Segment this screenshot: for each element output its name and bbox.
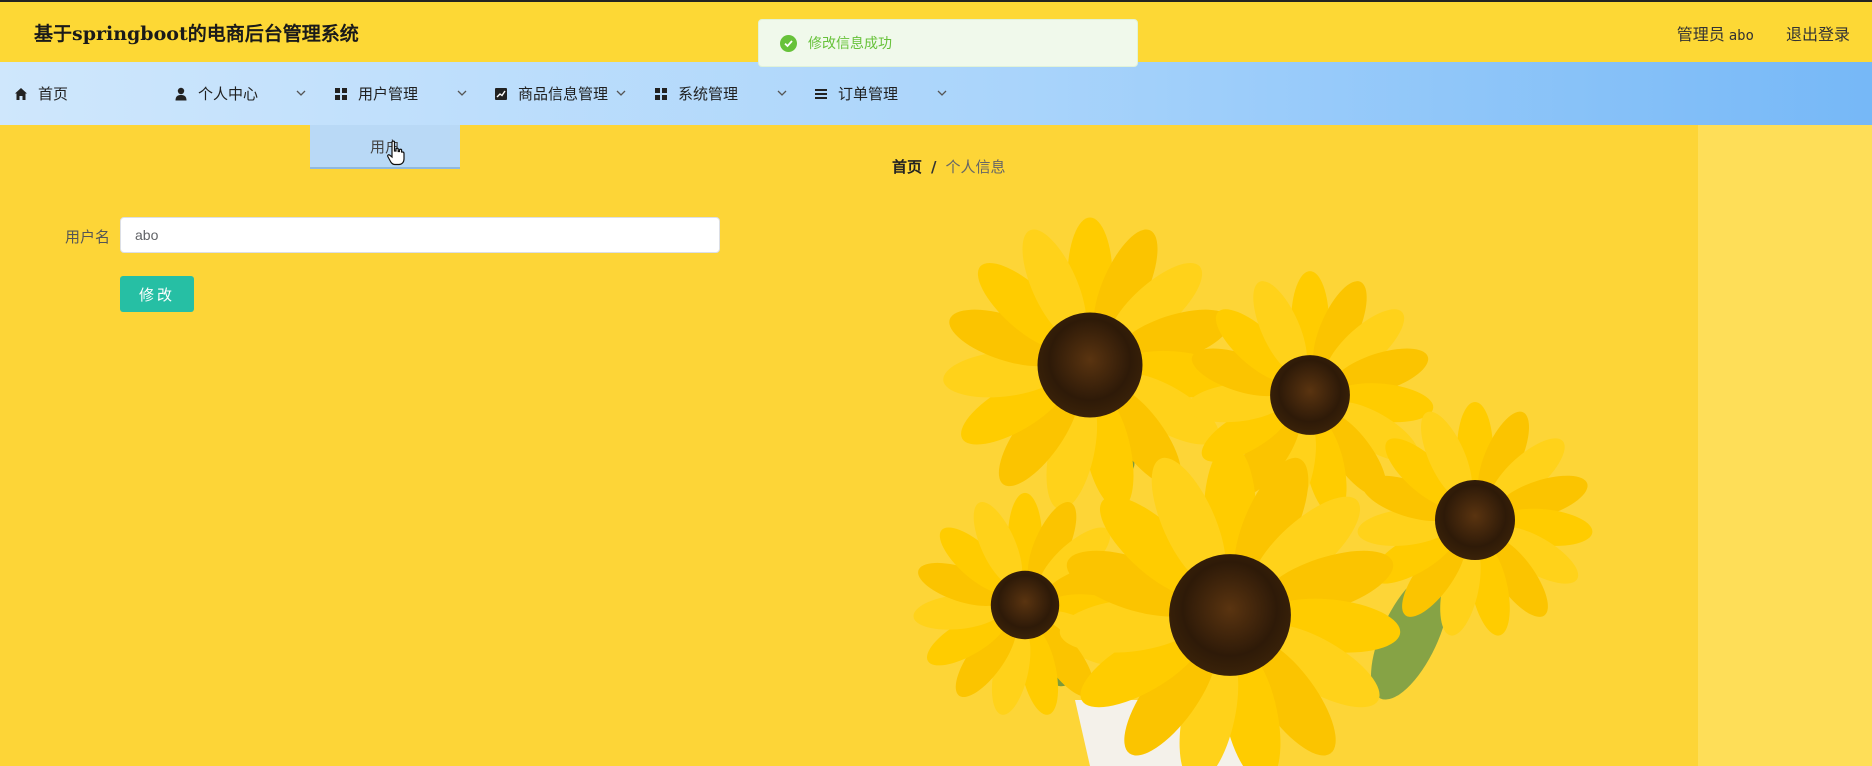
hand-cursor-icon	[387, 140, 405, 166]
submenu-item-user[interactable]: 用户	[310, 125, 460, 167]
breadcrumb-current: 个人信息	[945, 158, 1006, 176]
toast-message: 修改信息成功	[808, 36, 892, 52]
nav-item-label: 首页	[38, 85, 69, 103]
user-info: 管理员 abo	[1677, 21, 1754, 45]
app-title: 基于springboot的电商后台管理系统	[34, 23, 359, 45]
grid-icon	[334, 87, 348, 101]
username-label: 用户名	[65, 228, 111, 246]
nav-item-order-management[interactable]: 订单管理	[814, 62, 954, 125]
chevron-down-icon	[616, 90, 626, 96]
home-icon	[14, 87, 28, 101]
breadcrumb-separator: /	[931, 158, 937, 176]
nav-item-label: 个人中心	[198, 85, 259, 103]
chevron-down-icon	[937, 90, 947, 96]
breadcrumb-home[interactable]: 首页	[892, 158, 922, 176]
nav-item-home[interactable]: 首页	[14, 62, 164, 125]
nav-item-label: 用户管理	[358, 85, 419, 103]
main-content: 首页 / 个人信息 用户名 修改	[0, 125, 1872, 766]
nav-item-product-management[interactable]: 商品信息管理	[494, 62, 629, 125]
nav-item-label: 订单管理	[838, 85, 899, 103]
breadcrumb: 首页 / 个人信息	[892, 156, 1006, 177]
nav-item-label: 系统管理	[678, 85, 739, 103]
logout-link[interactable]: 退出登录	[1786, 21, 1850, 45]
main-nav: 首页 个人中心 用户管理 商品信息管理 系统管理 订单管理	[0, 62, 1872, 125]
grid-icon	[654, 87, 668, 101]
success-toast: 修改信息成功	[758, 19, 1138, 67]
chevron-down-icon	[296, 90, 306, 96]
chevron-down-icon	[457, 90, 467, 96]
nav-item-user-management[interactable]: 用户管理	[334, 62, 474, 125]
list-icon	[814, 87, 828, 101]
username-input[interactable]	[120, 217, 720, 253]
nav-item-system-management[interactable]: 系统管理	[654, 62, 794, 125]
user-name: abo	[1728, 28, 1754, 44]
right-panel	[1698, 125, 1872, 766]
chevron-down-icon	[777, 90, 787, 96]
user-icon	[174, 87, 188, 101]
chart-icon	[494, 87, 508, 101]
submit-button[interactable]: 修改	[120, 276, 194, 312]
check-circle-icon	[780, 34, 797, 52]
user-management-submenu: 用户	[310, 125, 460, 169]
sunflower-illustration	[911, 217, 1595, 766]
nav-item-personal-center[interactable]: 个人中心	[174, 62, 314, 125]
user-role: 管理员	[1676, 25, 1725, 44]
nav-item-label: 商品信息管理	[518, 85, 609, 103]
